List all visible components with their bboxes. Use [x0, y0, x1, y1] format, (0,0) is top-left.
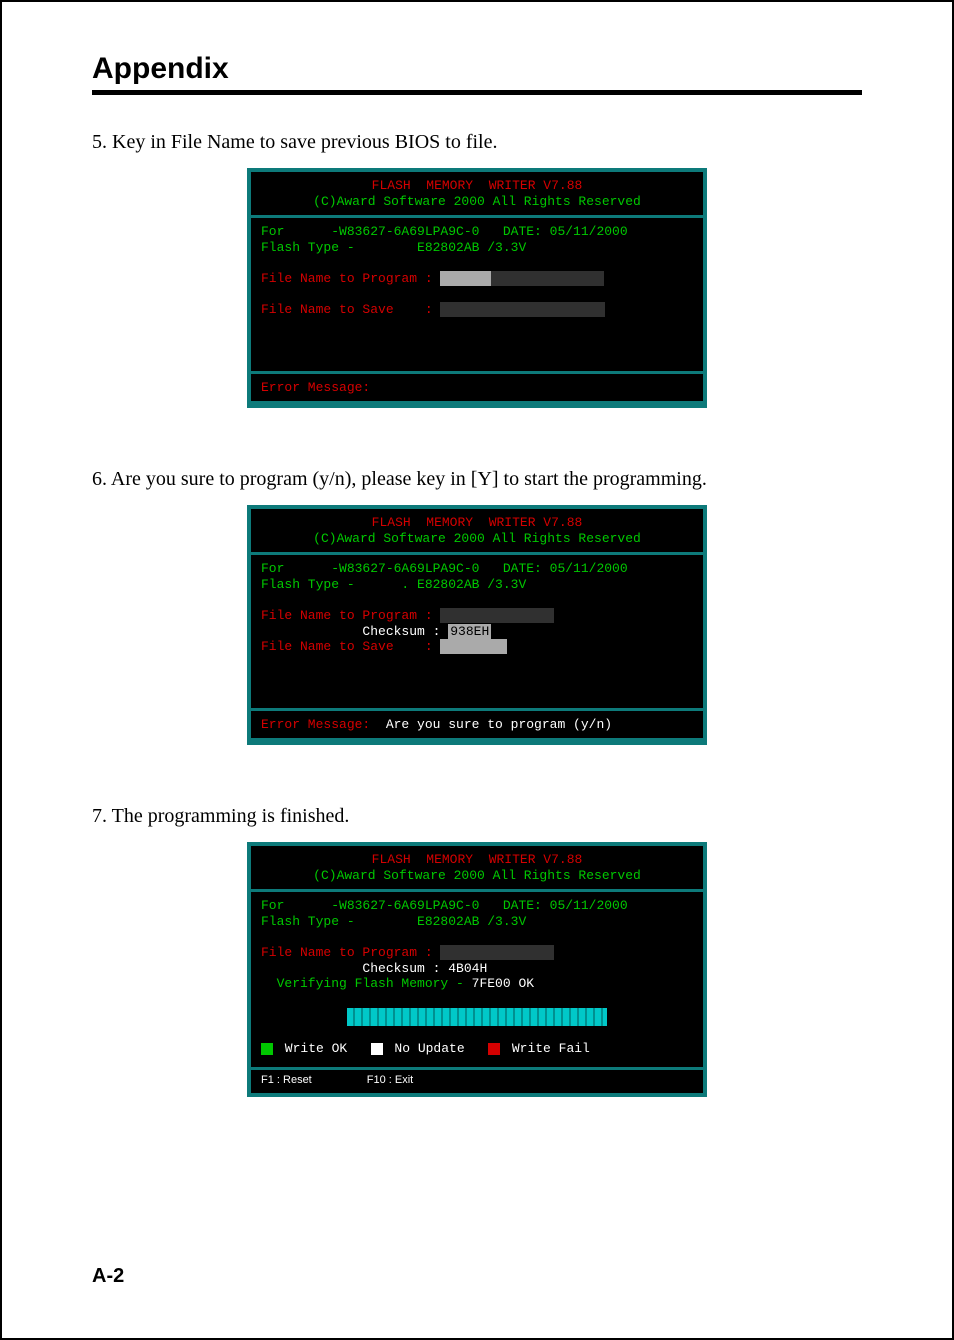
page: Appendix 5. Key in File Name to save pre…: [0, 0, 954, 1340]
terminal-step-7: FLASH MEMORY WRITER V7.88 (C)Award Softw…: [247, 842, 707, 1097]
error-label: Error Message:: [261, 380, 370, 395]
step-7-terminal-wrap: FLASH MEMORY WRITER V7.88 (C)Award Softw…: [92, 842, 862, 1097]
terminal-footer: Error Message: Are you sure to program (…: [251, 711, 703, 739]
terminal-body: For -W83627-6A69LPA9C-0 DATE: 05/11/2000…: [251, 892, 703, 1066]
flash-type-line: Flash Type - E82802AB /3.3V: [261, 914, 526, 929]
legend-no-update: No Update: [387, 1041, 465, 1056]
step-6-terminal-wrap: FLASH MEMORY WRITER V7.88 (C)Award Softw…: [92, 505, 862, 745]
function-key-bar: F1 : Reset F10 : Exit: [251, 1070, 703, 1093]
terminal-body: For -W83627-6A69LPA9C-0 DATE: 05/11/2000…: [251, 218, 703, 370]
header-line-2: (C)Award Software 2000 All Rights Reserv…: [313, 868, 641, 883]
program-value: [440, 945, 553, 960]
terminal-step-6: FLASH MEMORY WRITER V7.88 (C)Award Softw…: [247, 505, 707, 745]
terminal-header: FLASH MEMORY WRITER V7.88 (C)Award Softw…: [251, 846, 703, 889]
terminal-header: FLASH MEMORY WRITER V7.88 (C)Award Softw…: [251, 509, 703, 552]
program-label: File Name to Program :: [261, 271, 433, 286]
for-line: For -W83627-6A69LPA9C-0 DATE: 05/11/2000: [261, 898, 628, 913]
legend-write-ok-icon: [261, 1043, 273, 1055]
checksum-value: 4B04H: [440, 961, 487, 976]
for-line: For -W83627-6A69LPA9C-0 DATE: 05/11/2000: [261, 224, 628, 239]
legend-no-update-icon: [371, 1043, 383, 1055]
checksum-label: Checksum :: [261, 961, 440, 976]
header-line-1: FLASH MEMORY WRITER V7.88: [372, 178, 583, 193]
step-6-text: 6. Are you sure to program (y/n), please…: [92, 468, 862, 491]
page-title: Appendix: [92, 52, 862, 86]
header-line-1: FLASH MEMORY WRITER V7.88: [372, 852, 583, 867]
checksum-value: 938EH: [448, 624, 491, 639]
legend-write-fail: Write Fail: [504, 1041, 590, 1056]
error-value: Are you sure to program (y/n): [370, 717, 612, 732]
step-5-terminal-wrap: FLASH MEMORY WRITER V7.88 (C)Award Softw…: [92, 168, 862, 408]
legend-write-fail-icon: [488, 1043, 500, 1055]
verify-value: 7FE00 OK: [472, 976, 534, 991]
progress-bar: [347, 1008, 607, 1026]
header-line-1: FLASH MEMORY WRITER V7.88: [372, 515, 583, 530]
terminal-body: For -W83627-6A69LPA9C-0 DATE: 05/11/2000…: [251, 555, 703, 707]
terminal-step-5: FLASH MEMORY WRITER V7.88 (C)Award Softw…: [247, 168, 707, 408]
page-number: A-2: [92, 1265, 124, 1288]
program-label: File Name to Program :: [261, 608, 433, 623]
save-label: File Name to Save :: [261, 639, 433, 654]
save-label: File Name to Save :: [261, 302, 433, 317]
flash-type-line: Flash Type - . E82802AB /3.3V: [261, 577, 526, 592]
terminal-header: FLASH MEMORY WRITER V7.88 (C)Award Softw…: [251, 172, 703, 215]
step-5-text: 5. Key in File Name to save previous BIO…: [92, 131, 862, 154]
for-line: For -W83627-6A69LPA9C-0 DATE: 05/11/2000: [261, 561, 628, 576]
header-line-2: (C)Award Software 2000 All Rights Reserv…: [313, 531, 641, 546]
error-label: Error Message:: [261, 717, 370, 732]
f10-exit[interactable]: F10 : Exit: [367, 1074, 413, 1086]
program-value[interactable]: [440, 271, 491, 286]
title-rule: [92, 90, 862, 95]
header-line-2: (C)Award Software 2000 All Rights Reserv…: [313, 194, 641, 209]
save-value[interactable]: [440, 302, 452, 317]
save-value[interactable]: [440, 639, 506, 654]
terminal-footer: Error Message:: [251, 374, 703, 402]
flash-type-line: Flash Type - E82802AB /3.3V: [261, 240, 526, 255]
checksum-label: Checksum :: [261, 624, 440, 639]
verify-label: Verifying Flash Memory -: [261, 976, 472, 991]
program-label: File Name to Program :: [261, 945, 433, 960]
program-value[interactable]: [440, 608, 553, 623]
step-7-text: 7. The programming is finished.: [92, 805, 862, 828]
legend-write-ok: Write OK: [277, 1041, 347, 1056]
f1-reset[interactable]: F1 : Reset: [261, 1074, 312, 1086]
